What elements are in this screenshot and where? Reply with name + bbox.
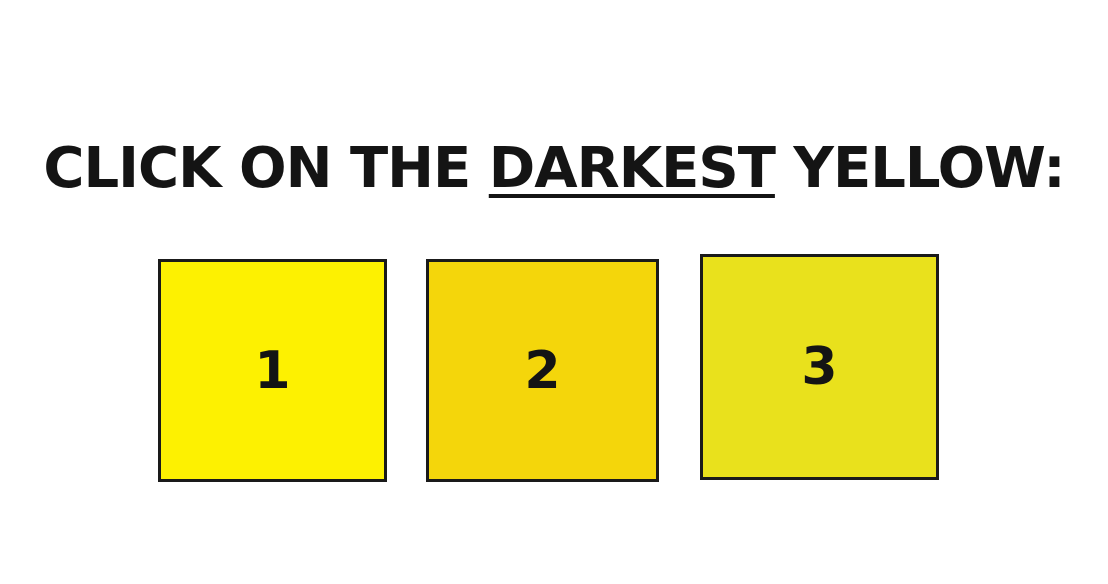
tile-number: 1 [254,340,291,401]
color-tile-2[interactable]: 2 [426,259,659,482]
prompt-text-before: CLICK ON THE [43,136,489,201]
tile-number: 2 [524,340,561,401]
prompt-heading: CLICK ON THE DARKEST YELLOW: [0,134,1108,204]
color-tile-3[interactable]: 3 [700,254,939,480]
prompt-emphasis: DARKEST [488,136,776,201]
tile-number: 3 [801,337,838,397]
prompt-text-after: YELLOW: [774,136,1065,201]
color-tile-1[interactable]: 1 [158,259,387,482]
